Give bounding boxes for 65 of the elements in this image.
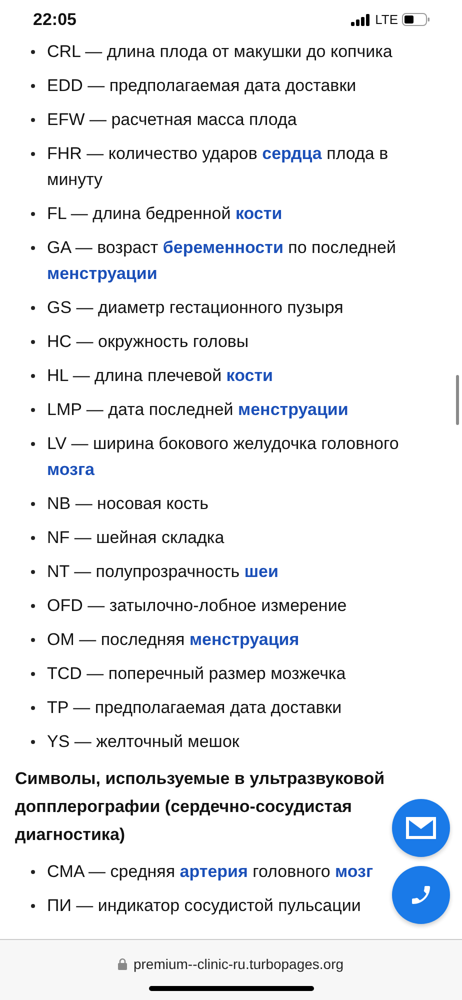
link[interactable]: мозга (47, 460, 94, 479)
bullet-icon (31, 340, 35, 344)
link[interactable]: сердца (262, 144, 322, 163)
bullet-icon (31, 246, 35, 250)
link[interactable]: беременности (162, 238, 284, 257)
term-text: FHR — количество ударов сердца плода в минуту (47, 144, 388, 189)
section-heading: Символы, используемые в ультразвуковой допплерографии (сердечно-сосудистая диагностика) (15, 768, 386, 846)
term-text: EFW — расчетная масса плода (47, 110, 297, 129)
link[interactable]: менструации (47, 264, 158, 283)
bullet-icon (31, 306, 35, 310)
bullet-icon (31, 408, 35, 412)
term-text: NT — полупрозрачность шеи (47, 562, 278, 581)
term-text: TP — предполагаемая дата доставки (47, 698, 342, 717)
bullet-icon (31, 740, 35, 744)
term-text: CMA — средняя артерия головного мозг (47, 862, 374, 881)
phone-icon (409, 883, 433, 907)
term-text: LMP — дата последней менструации (47, 400, 348, 419)
bullet-icon (31, 50, 35, 54)
bullet-icon (31, 84, 35, 88)
envelope-icon (406, 817, 436, 839)
bullet-icon (31, 904, 35, 908)
status-time: 22:05 (33, 10, 76, 30)
term-text: EDD — предполагаемая дата доставки (47, 76, 356, 95)
bullet-icon (31, 502, 35, 506)
bullet-icon (31, 536, 35, 540)
link[interactable]: артерия (180, 862, 248, 881)
term-text: HC — окружность головы (47, 332, 249, 351)
term-text: HL — длина плечевой кости (47, 366, 273, 385)
lock-icon (118, 958, 128, 970)
link[interactable]: кости (226, 366, 273, 385)
term-text: TCD — поперечный размер мозжечка (47, 664, 346, 683)
link[interactable]: менструации (238, 400, 348, 419)
term-text: GS — диаметр гестационного пузыря (47, 298, 344, 317)
bullet-icon (31, 212, 35, 216)
bullet-icon (31, 152, 35, 156)
term-text: GA — возраст беременности по последней менструации (47, 238, 396, 283)
bullet-icon (31, 706, 35, 710)
bullet-icon (31, 442, 35, 446)
link[interactable]: кости (235, 204, 282, 223)
term-text: YS — желточный мешок (47, 732, 240, 751)
term-text: LV — ширина бокового желудочка головного мозга (47, 434, 399, 479)
battery-icon (402, 13, 430, 26)
bullet-icon (31, 870, 35, 874)
term-text: CRL — длина плода от макушки до копчика (47, 42, 392, 61)
mail-button[interactable] (392, 799, 450, 857)
term-text: NB — носовая кость (47, 494, 208, 513)
term-text: NF — шейная складка (47, 528, 224, 547)
scrollbar (456, 375, 459, 425)
link[interactable]: мозг (335, 862, 374, 881)
link[interactable]: менструация (189, 630, 300, 649)
bullet-icon (31, 118, 35, 122)
network-label: LTE (375, 12, 398, 27)
call-button[interactable] (392, 866, 450, 924)
bullet-icon (31, 570, 35, 574)
link[interactable]: шеи (244, 562, 278, 581)
bullet-icon (31, 604, 35, 608)
url-text[interactable]: premium--clinic-ru.turbopages.org (133, 956, 344, 972)
signal-icon (351, 14, 372, 26)
bullet-icon (31, 638, 35, 642)
term-text: FL — длина бедренной кости (47, 204, 282, 223)
bullet-icon (31, 672, 35, 676)
bullet-icon (31, 374, 35, 378)
term-text: OFD — затылочно-лобное измерение (47, 596, 347, 615)
term-text: ПИ — индикатор сосудистой пульсации (47, 896, 361, 915)
term-text: OM — последняя менструация (47, 630, 300, 649)
